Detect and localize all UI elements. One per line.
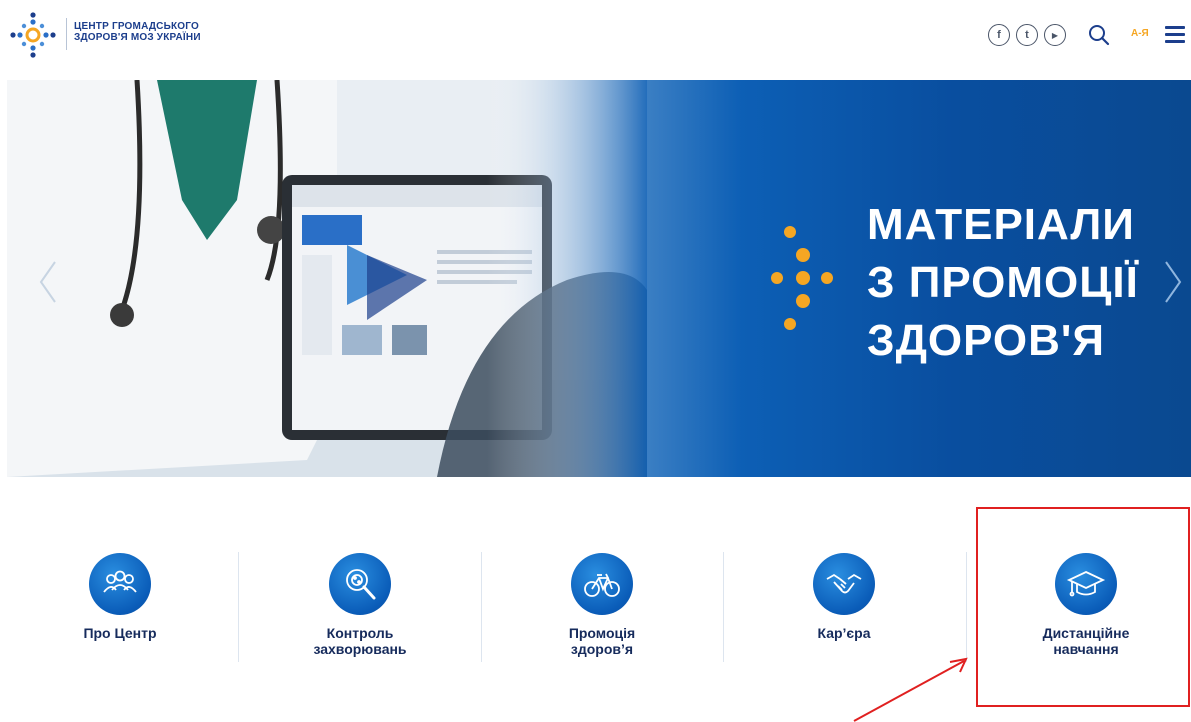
banner-title: МАТЕРІАЛИ З ПРОМОЦІЇ ЗДОРОВ'Я bbox=[867, 196, 1139, 370]
facebook-glyph: f bbox=[997, 29, 1001, 41]
tile-label: Про Центр bbox=[83, 625, 157, 641]
banner-photo bbox=[7, 80, 647, 477]
handshake-icon bbox=[813, 553, 875, 615]
tile-disease-control[interactable]: Контроль захворювань bbox=[240, 540, 480, 670]
banner-title-line-3: ЗДОРОВ'Я bbox=[867, 316, 1105, 365]
logo-divider bbox=[66, 18, 67, 50]
youtube-icon[interactable]: ▶ bbox=[1044, 24, 1066, 46]
people-icon bbox=[89, 553, 151, 615]
search-icon[interactable] bbox=[1088, 24, 1110, 46]
highlight-annotation-box bbox=[976, 507, 1190, 707]
logo-icon[interactable] bbox=[8, 10, 58, 60]
virus-magnifier-icon bbox=[329, 553, 391, 615]
bicycle-icon bbox=[571, 553, 633, 615]
tile-divider bbox=[238, 552, 239, 662]
tile-label: Промоція здоров’я bbox=[568, 625, 636, 657]
az-index-link[interactable]: А-Я bbox=[1131, 28, 1149, 39]
logo-line-1: ЦЕНТР ГРОМАДСЬКОГО bbox=[74, 21, 199, 32]
logo-line-2: ЗДОРОВ'Я МОЗ УКРАЇНИ bbox=[74, 32, 201, 43]
hero-banner[interactable]: МАТЕРІАЛИ З ПРОМОЦІЇ ЗДОРОВ'Я bbox=[7, 80, 1191, 477]
banner-title-line-1: МАТЕРІАЛИ bbox=[867, 200, 1135, 249]
carousel-prev-arrow-icon[interactable] bbox=[37, 260, 59, 304]
site-header: ЦЕНТР ГРОМАДСЬКОГО ЗДОРОВ'Я МОЗ УКРАЇНИ … bbox=[0, 0, 1191, 80]
banner-title-line-2: З ПРОМОЦІЇ bbox=[867, 258, 1139, 307]
logo-text[interactable]: ЦЕНТР ГРОМАДСЬКОГО ЗДОРОВ'Я МОЗ УКРАЇНИ bbox=[74, 21, 201, 43]
hamburger-menu-icon[interactable] bbox=[1165, 26, 1185, 44]
tile-career[interactable]: Кар’єра bbox=[724, 540, 964, 670]
tile-label: Контроль захворювань bbox=[313, 625, 407, 657]
facebook-icon[interactable]: f bbox=[988, 24, 1010, 46]
twitter-glyph: t bbox=[1025, 29, 1029, 41]
tile-about-center[interactable]: Про Центр bbox=[0, 540, 240, 670]
tile-health-promotion[interactable]: Промоція здоров’я bbox=[482, 540, 722, 670]
annotation-arrow-icon bbox=[853, 657, 968, 722]
logo-dots-icon bbox=[771, 226, 833, 330]
carousel-next-arrow-icon[interactable] bbox=[1162, 260, 1184, 304]
youtube-glyph: ▶ bbox=[1051, 30, 1059, 40]
twitter-icon[interactable]: t bbox=[1016, 24, 1038, 46]
tile-label: Кар’єра bbox=[817, 625, 871, 641]
